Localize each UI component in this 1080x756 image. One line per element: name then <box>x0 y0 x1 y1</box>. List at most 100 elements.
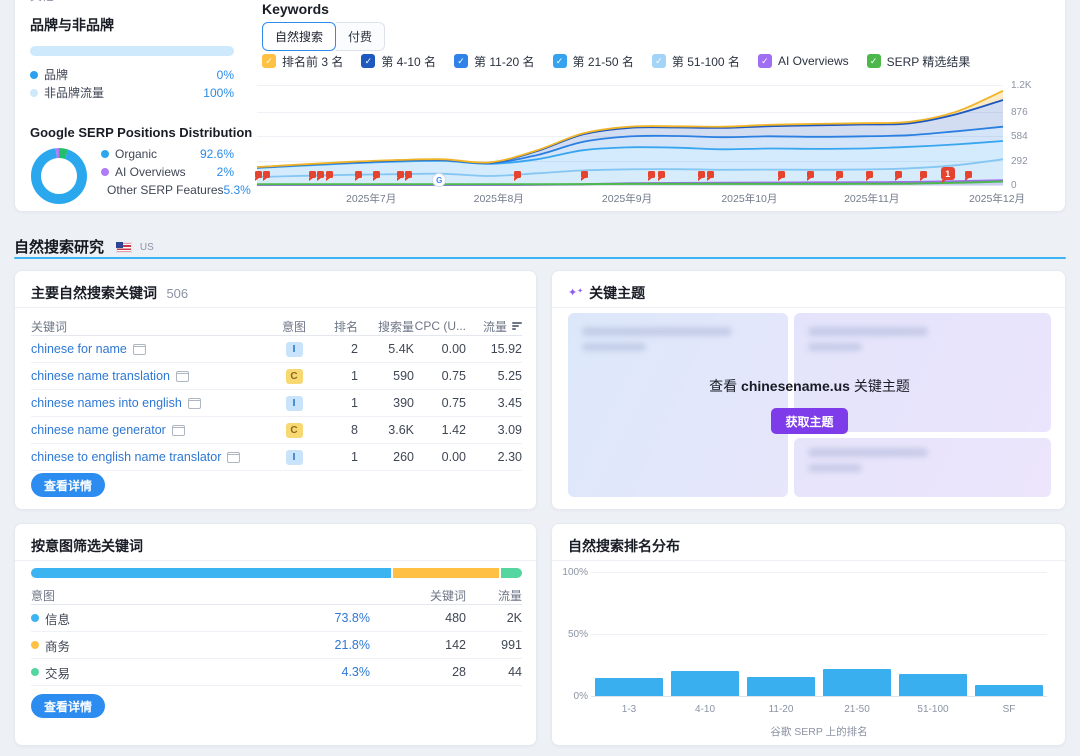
intent-badge[interactable]: I <box>286 342 303 357</box>
note-flag-icon[interactable] <box>866 171 873 178</box>
pos-gridline <box>591 696 1047 697</box>
sort-icon[interactable] <box>512 322 522 330</box>
checkbox-icon[interactable]: ✓ <box>262 54 276 68</box>
y-tick-label: 876 <box>1011 107 1028 118</box>
checkbox-icon[interactable]: ✓ <box>758 54 772 68</box>
keyword-link[interactable]: chinese names into english <box>31 396 182 410</box>
other-serp-value[interactable]: 5.3% <box>224 183 251 197</box>
col-intent[interactable]: 意图 <box>274 318 314 335</box>
filter-checkbox-1[interactable]: ✓第 4-10 名 <box>361 53 436 70</box>
serp-preview-icon[interactable] <box>133 344 146 355</box>
filter-checkbox-4[interactable]: ✓第 51-100 名 <box>652 53 740 70</box>
keyword-link[interactable]: chinese name translation <box>31 369 170 383</box>
keyword-link[interactable]: chinese name generator <box>31 423 166 437</box>
pos-bar-1-3[interactable] <box>595 678 663 696</box>
note-flag-icon[interactable] <box>397 171 404 178</box>
legend-organic: Organic 92.6% <box>101 147 234 161</box>
intent-pct-link[interactable]: 73.8% <box>335 611 370 625</box>
section-underline <box>14 257 1066 259</box>
view-details-button[interactable]: 查看详情 <box>31 473 105 497</box>
col-cpc[interactable]: CPC (U... <box>414 319 466 333</box>
note-flag-icon[interactable] <box>836 171 843 178</box>
note-flag-icon[interactable] <box>317 171 324 178</box>
note-flag-icon[interactable] <box>255 171 262 178</box>
topics-cta-suffix: 关键主题 <box>854 378 910 394</box>
intent-badge[interactable]: C <box>286 369 303 384</box>
checkbox-icon[interactable]: ✓ <box>867 54 881 68</box>
cpc-cell: 0.00 <box>414 342 466 356</box>
y-tick-label: 0 <box>1011 180 1017 191</box>
checkbox-icon[interactable]: ✓ <box>553 54 567 68</box>
get-topics-button[interactable]: 获取主题 <box>771 408 847 434</box>
brand-row: 品牌 0% <box>30 67 234 82</box>
view-details-button[interactable]: 查看详情 <box>31 694 105 718</box>
filter-checkbox-0[interactable]: ✓排名前 3 名 <box>262 53 343 70</box>
volume-cell: 5.4K <box>358 342 414 356</box>
intent-badge[interactable]: I <box>286 396 303 411</box>
overview-card: 其他 2.6K 133 品牌与非品牌 品牌 0% 非品牌流量 100% Goog… <box>14 0 1066 212</box>
note-flag-icon[interactable] <box>648 171 655 178</box>
serp-preview-icon[interactable] <box>227 452 240 463</box>
notes-count-badge[interactable]: 1 <box>941 167 955 180</box>
note-flag-icon[interactable] <box>920 171 927 178</box>
ai-overviews-value[interactable]: 2% <box>217 165 234 179</box>
filter-checkbox-3[interactable]: ✓第 21-50 名 <box>553 53 634 70</box>
rank-cell: 2 <box>314 342 358 356</box>
col-volume[interactable]: 搜索量 <box>358 318 414 335</box>
traffic-cell: 3.45 <box>466 396 522 410</box>
intent-bar-segment-0[interactable] <box>31 568 391 578</box>
filter-checkbox-2[interactable]: ✓第 11-20 名 <box>454 53 534 70</box>
note-flag-icon[interactable] <box>895 171 902 178</box>
note-flag-icon[interactable] <box>326 171 333 178</box>
col-keyword[interactable]: 关键词 <box>31 318 274 335</box>
tab-organic[interactable]: 自然搜索 <box>262 22 336 51</box>
intent-row: 信息 73.8% 480 2K <box>31 605 522 632</box>
col-rank[interactable]: 排名 <box>314 318 358 335</box>
intent-bar-segment-2[interactable] <box>501 568 522 578</box>
pos-bar-11-20[interactable] <box>747 677 815 696</box>
serp-preview-icon[interactable] <box>176 371 189 382</box>
tab-paid[interactable]: 付费 <box>336 22 385 51</box>
note-flag-icon[interactable] <box>514 171 521 178</box>
note-flag-icon[interactable] <box>658 171 665 178</box>
nonbrand-label: 非品牌流量 <box>44 84 104 101</box>
pos-bar-51-100[interactable] <box>899 674 967 696</box>
checkbox-icon[interactable]: ✓ <box>652 54 666 68</box>
col-traffic[interactable]: 流量 <box>466 318 522 335</box>
serp-preview-icon[interactable] <box>172 425 185 436</box>
checkbox-icon[interactable]: ✓ <box>454 54 468 68</box>
serp-preview-icon[interactable] <box>188 398 201 409</box>
pos-bar-SF[interactable] <box>975 685 1043 696</box>
note-flag-icon[interactable] <box>309 171 316 178</box>
note-flag-icon[interactable] <box>373 171 380 178</box>
pos-bar-4-10[interactable] <box>671 671 739 696</box>
intent-pct-link[interactable]: 4.3% <box>342 665 371 679</box>
y-tick-label: 292 <box>1011 156 1028 167</box>
ai-overviews-dot <box>101 168 109 176</box>
intent-dot <box>31 614 39 622</box>
filter-checkbox-5[interactable]: ✓AI Overviews <box>758 54 849 68</box>
intent-badge[interactable]: I <box>286 450 303 465</box>
intent-pct-link[interactable]: 21.8% <box>335 638 370 652</box>
note-flag-icon[interactable] <box>581 171 588 178</box>
note-flag-icon[interactable] <box>698 171 705 178</box>
note-flag-icon[interactable] <box>405 171 412 178</box>
note-flag-icon[interactable] <box>778 171 785 178</box>
note-flag-icon[interactable] <box>707 171 714 178</box>
pos-bar-21-50[interactable] <box>823 669 891 696</box>
nonbrand-value[interactable]: 100% <box>203 86 234 100</box>
checkbox-icon[interactable]: ✓ <box>361 54 375 68</box>
google-update-note[interactable]: G <box>432 173 446 187</box>
keyword-link[interactable]: chinese to english name translator <box>31 450 221 464</box>
note-flag-icon[interactable] <box>263 171 270 178</box>
note-flag-icon[interactable] <box>807 171 814 178</box>
intent-bar-segment-1[interactable] <box>393 568 499 578</box>
brand-value[interactable]: 0% <box>217 68 234 82</box>
note-flag-icon[interactable] <box>965 171 972 178</box>
note-flag-icon[interactable] <box>355 171 362 178</box>
filter-checkbox-6[interactable]: ✓SERP 精选结果 <box>867 53 971 70</box>
intent-badge[interactable]: C <box>286 423 303 438</box>
organic-value[interactable]: 92.6% <box>200 147 234 161</box>
keyword-link[interactable]: chinese for name <box>31 342 127 356</box>
intent-stacked-bar <box>31 568 522 578</box>
